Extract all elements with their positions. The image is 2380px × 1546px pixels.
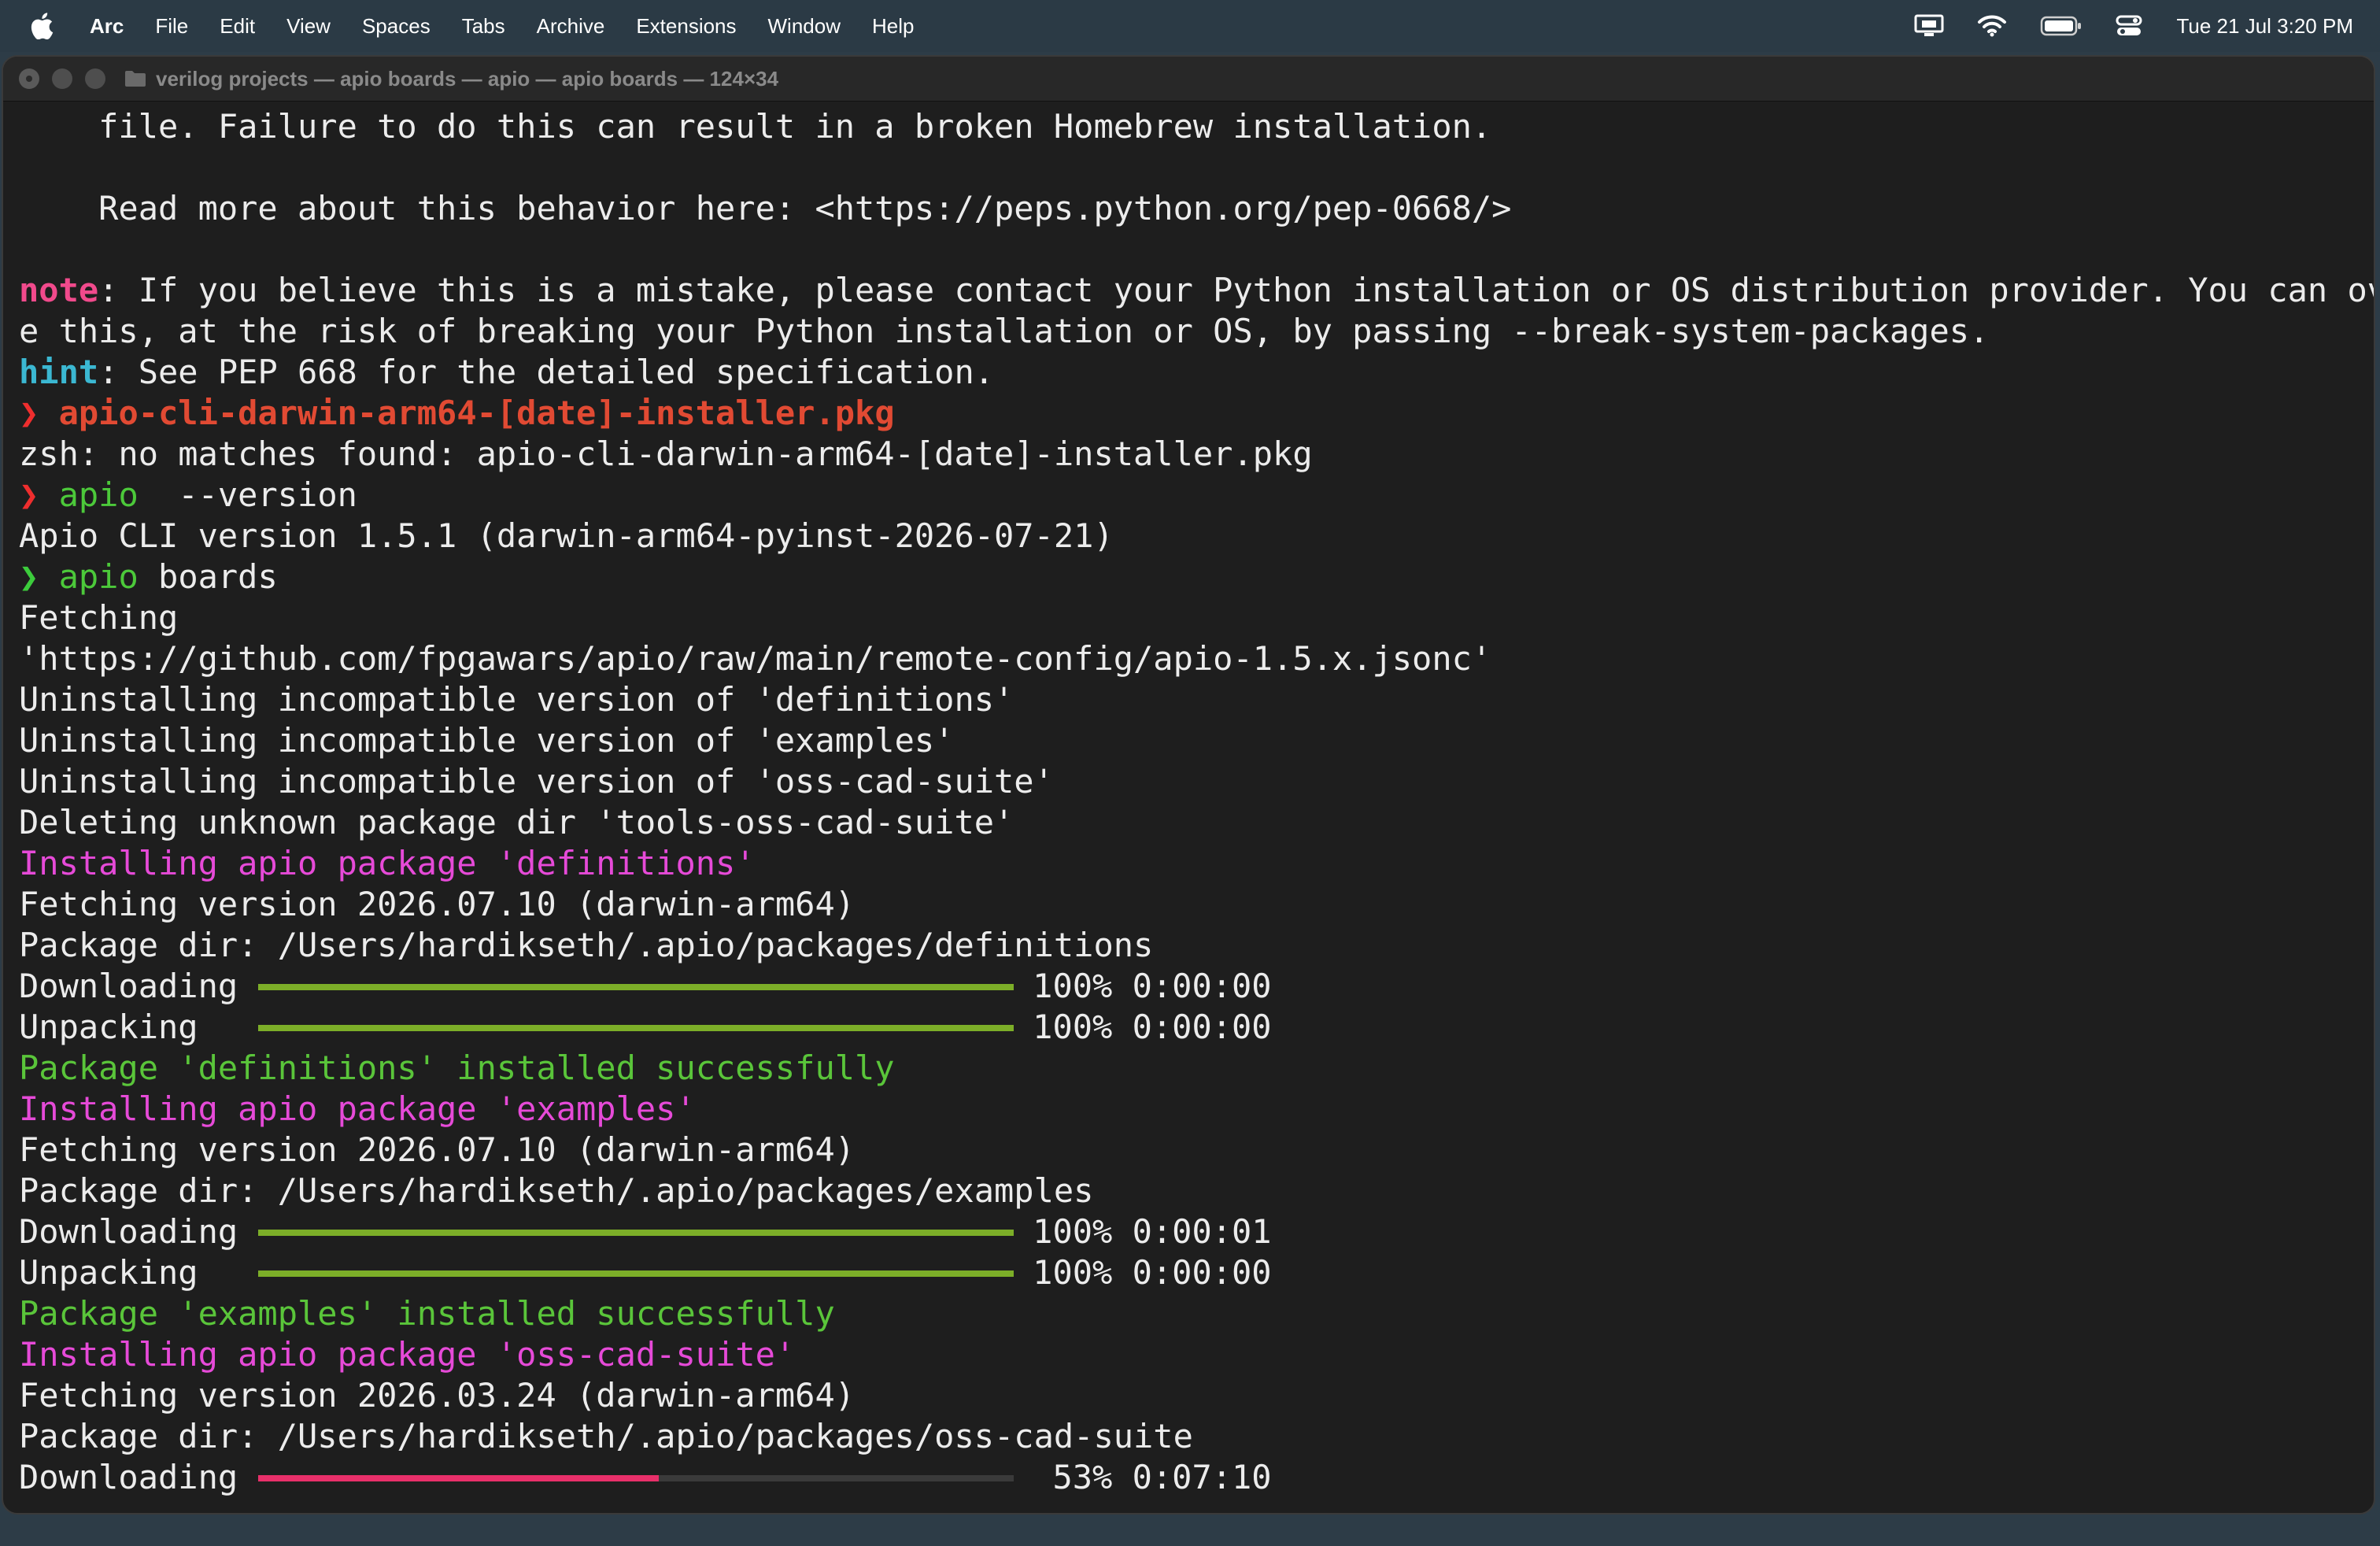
terminal-output[interactable]: file. Failure to do this can result in a…	[3, 102, 2374, 1498]
battery-icon[interactable]	[2040, 15, 2082, 37]
progress-label: Downloading	[19, 967, 238, 1005]
progress-label: Downloading	[19, 1212, 238, 1251]
prompt-symbol: ❯	[19, 557, 39, 596]
menu-view[interactable]: View	[286, 14, 331, 39]
menu-edit[interactable]: Edit	[220, 14, 255, 39]
installing-line: Installing apio package 'examples'	[19, 1089, 696, 1128]
output-line: Fetching version 2026.03.24 (darwin-arm6…	[19, 1376, 856, 1415]
progress-stats: 100% 0:00:01	[1033, 1212, 1272, 1251]
progress-stats: 53% 0:07:10	[1033, 1458, 1272, 1496]
progress-fill	[258, 1229, 1014, 1236]
close-button[interactable]	[19, 68, 39, 89]
window-title: verilog projects — apio boards — apio — …	[156, 66, 779, 91]
installing-line: Installing apio package 'definitions'	[19, 844, 756, 882]
progress-fill	[258, 1270, 1014, 1277]
progress-line: Downloading 53% 0:07:10	[19, 1457, 2374, 1498]
command-line: ❯ apio-cli-darwin-arm64-[date]-installer…	[19, 393, 2374, 434]
error-line: zsh: no matches found: apio-cli-darwin-a…	[19, 435, 1313, 473]
progress-bar	[258, 1229, 1014, 1236]
output-line: Uninstalling incompatible version of 'ex…	[19, 721, 955, 760]
progress-stats: 100% 0:00:00	[1033, 1253, 1272, 1292]
success-line: Package 'definitions' installed successf…	[19, 1049, 895, 1087]
progress-label: Downloading	[19, 1458, 238, 1496]
output-line: Apio CLI version 1.5.1 (darwin-arm64-pyi…	[19, 516, 1114, 555]
hint-label: hint	[19, 353, 99, 391]
command-line: ❯ apio --version	[19, 475, 2374, 516]
progress-bar	[258, 1024, 1014, 1031]
output-line: Read more about this behavior here: <htt…	[19, 189, 1512, 227]
output-line: Fetching version 2026.07.10 (darwin-arm6…	[19, 1130, 856, 1169]
progress-bar-active	[258, 1474, 1014, 1481]
progress-fill	[258, 1474, 659, 1481]
folder-icon	[124, 70, 146, 87]
progress-line: Unpacking 100% 0:00:00	[19, 1007, 2374, 1048]
prompt-symbol-error: ❯	[19, 475, 39, 514]
hint-text: : See PEP 668 for the detailed specifica…	[98, 353, 995, 391]
installing-line: Installing apio package 'oss-cad-suite'	[19, 1335, 796, 1374]
display-icon[interactable]	[1914, 14, 1944, 38]
menu-bar: Arc File Edit View Spaces Tabs Archive E…	[0, 0, 2380, 52]
output-line: file. Failure to do this can result in a…	[19, 107, 1492, 146]
progress-label: Unpacking	[19, 1008, 238, 1046]
menu-bar-right: Tue 21 Jul 3:20 PM	[1881, 14, 2380, 39]
output-line: Uninstalling incompatible version of 'os…	[19, 762, 1054, 801]
command-line: ❯ apio boards	[19, 557, 2374, 597]
menu-extensions[interactable]: Extensions	[636, 14, 736, 39]
command-text: apio-cli-darwin-arm64-[date]-installer.p…	[58, 394, 895, 432]
minimize-button[interactable]	[52, 68, 72, 89]
wifi-icon[interactable]	[1977, 14, 2007, 38]
note-label: note	[19, 271, 99, 309]
output-line: Uninstalling incompatible version of 'de…	[19, 680, 1014, 719]
note-line: note: If you believe this is a mistake, …	[19, 270, 2374, 311]
progress-bar	[258, 983, 1014, 990]
control-center-icon[interactable]	[2116, 14, 2142, 38]
menu-help[interactable]: Help	[872, 14, 914, 39]
window-titlebar[interactable]: verilog projects — apio boards — apio — …	[3, 57, 2374, 102]
menu-archive[interactable]: Archive	[537, 14, 605, 39]
menu-window[interactable]: Window	[768, 14, 841, 39]
command-name: apio	[58, 557, 139, 596]
zoom-button[interactable]	[85, 68, 105, 89]
terminal-window: verilog projects — apio boards — apio — …	[2, 55, 2375, 1515]
output-line: Fetching version 2026.07.10 (darwin-arm6…	[19, 885, 856, 923]
menu-spaces[interactable]: Spaces	[362, 14, 431, 39]
progress-fill	[258, 983, 1014, 990]
progress-stats: 100% 0:00:00	[1033, 967, 1272, 1005]
progress-bar	[258, 1270, 1014, 1277]
progress-line: Downloading 100% 0:00:01	[19, 1211, 2374, 1252]
window-title-wrap: verilog projects — apio boards — apio — …	[124, 67, 778, 91]
output-line: Deleting unknown package dir 'tools-oss-…	[19, 803, 1014, 841]
apple-icon[interactable]	[30, 13, 54, 39]
menu-app-arc[interactable]: Arc	[90, 14, 124, 39]
command-args: --version	[138, 475, 357, 514]
hint-line: hint: See PEP 668 for the detailed speci…	[19, 352, 2374, 393]
progress-label: Unpacking	[19, 1253, 238, 1292]
note-text: : If you believe this is a mistake, plea…	[98, 271, 2375, 309]
menu-bar-left: Arc File Edit View Spaces Tabs Archive E…	[0, 13, 945, 39]
command-name: apio	[58, 475, 139, 514]
note-continuation: e this, at the risk of breaking your Pyt…	[19, 312, 1990, 350]
progress-stats: 100% 0:00:00	[1033, 1008, 1272, 1046]
output-line: Package dir: /Users/hardikseth/.apio/pac…	[19, 1417, 1193, 1455]
success-line: Package 'examples' installed successfull…	[19, 1294, 835, 1333]
progress-line: Unpacking 100% 0:00:00	[19, 1252, 2374, 1293]
output-line: 'https://github.com/fpgawars/apio/raw/ma…	[19, 639, 1492, 678]
output-line: Package dir: /Users/hardikseth/.apio/pac…	[19, 1171, 1094, 1210]
menu-tabs[interactable]: Tabs	[462, 14, 505, 39]
menu-clock[interactable]: Tue 21 Jul 3:20 PM	[2177, 14, 2354, 39]
output-line: Package dir: /Users/hardikseth/.apio/pac…	[19, 926, 1154, 964]
command-args: boards	[138, 557, 278, 596]
prompt-symbol-error: ❯	[19, 394, 39, 432]
progress-line: Downloading 100% 0:00:00	[19, 966, 2374, 1007]
menu-file[interactable]: File	[155, 14, 188, 39]
progress-fill	[258, 1024, 1014, 1031]
output-line: Fetching	[19, 598, 179, 637]
